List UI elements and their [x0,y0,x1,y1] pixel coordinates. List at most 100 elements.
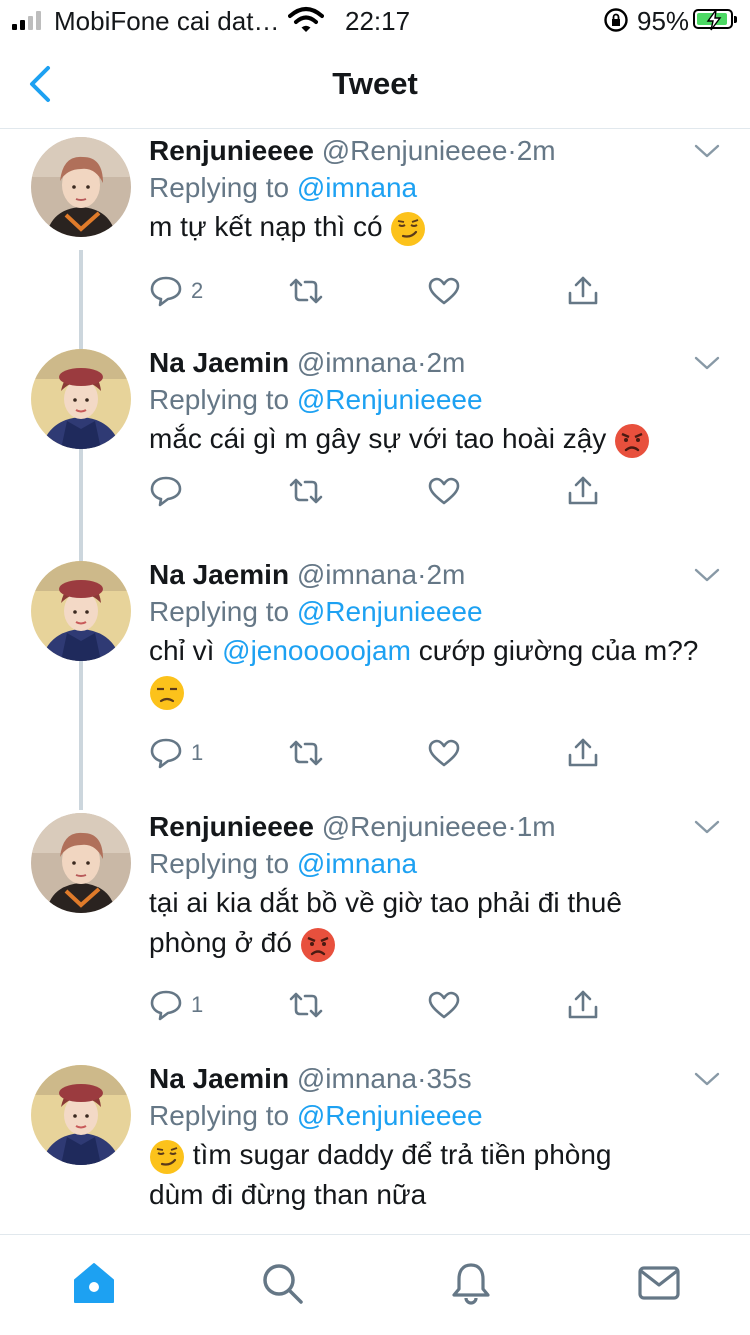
reply-count: 1 [191,740,204,765]
retweet-button[interactable] [287,471,333,511]
retweet-button[interactable] [287,733,333,773]
tweet-text: tìm sugar daddy để trả tiền phòng dùm đi … [149,1135,719,1215]
angry-emoji-icon [300,927,335,962]
reply-count: 1 [191,992,204,1017]
tweet-body: Renjunieeee @Renjunieeee·2m Replying to @… [149,133,719,247]
reply-icon [150,476,182,507]
share-button[interactable] [566,271,600,311]
tweet-header: Na Jaemin @imnana·35s [149,1061,719,1097]
like-icon [428,477,460,505]
reply-to-link[interactable]: @Renjunieeee [297,596,483,627]
replying-to: Replying to @Renjunieeee [149,1100,483,1131]
display-name[interactable]: Renjunieeee [149,811,314,842]
timestamp: 2m [516,135,556,166]
notifications-icon[interactable] [449,1261,493,1305]
share-button[interactable] [566,985,600,1025]
avatar[interactable] [31,137,131,237]
reply-button[interactable]: 2 [149,271,203,311]
display-name[interactable]: Na Jaemin [149,347,289,378]
tweet-actions: 1 [149,733,609,773]
handle[interactable]: @imnana [297,1063,417,1094]
reply-icon [150,990,182,1021]
retweet-icon [289,740,323,766]
share-icon [568,276,598,305]
tweet-text-line: phòng ở đó [149,923,719,963]
tweet-text: m tự kết nạp thì có [149,207,719,247]
tweet-text-line: m tự kết nạp thì có [149,207,719,247]
tweet-text-line: chỉ vì @jenooooojam cướp giường của m?? [149,635,699,666]
retweet-button[interactable] [287,271,333,311]
angry-emoji-icon [615,423,650,458]
reply-button[interactable] [149,471,191,511]
tweet-body: Renjunieeee @Renjunieeee·1m Replying to @… [149,809,719,963]
share-button[interactable] [566,471,600,511]
retweet-button[interactable] [287,985,333,1025]
tweet-text-line: tại ai kia dắt bồ về giờ tao phải đi thu… [149,887,622,918]
orientation-lock-icon [604,8,628,32]
reply-to-link[interactable]: @imnana [297,172,417,203]
share-icon [568,738,598,767]
timestamp: 1m [516,811,556,842]
reply-to-link[interactable]: @Renjunieeee [297,384,483,415]
status-bar: MobiFone cai dat… 22:17 95% [0,0,750,40]
tweet[interactable]: Renjunieeee @Renjunieeee·1m Replying to @… [0,805,750,1057]
tweet[interactable]: Na Jaemin @imnana·35s Replying to @Renjun… [0,1057,750,1234]
handle[interactable]: @imnana [297,559,417,590]
messages-icon[interactable] [637,1261,681,1305]
reply-button[interactable]: 1 [149,733,203,773]
tweet-text-line: mắc cái gì m gây sự với tao hoài zậy [149,419,719,459]
reply-to-link[interactable]: @imnana [297,848,417,879]
tweet-text: tại ai kia dắt bồ về giờ tao phải đi thu… [149,883,719,963]
replying-to: Replying to @Renjunieeee [149,596,483,627]
mention-link[interactable]: @jenooooojam [222,635,411,666]
reply-count: 2 [191,278,204,303]
timestamp: 35s [426,1063,472,1094]
tweet-thread[interactable]: Renjunieeee @Renjunieeee·2m Replying to @… [0,129,750,1234]
like-button[interactable] [427,471,469,511]
like-button[interactable] [427,271,469,311]
like-button[interactable] [427,733,469,773]
avatar[interactable] [31,561,131,661]
tweet-body: Na Jaemin @imnana·35s Replying to @Renjun… [149,1061,719,1215]
handle[interactable]: @imnana [297,347,417,378]
tweet-text-line [149,671,719,711]
tweet-text-line: tìm sugar daddy để trả tiền phòng [149,1135,719,1175]
handle[interactable]: @Renjunieeee [322,135,508,166]
tweet-text: mắc cái gì m gây sự với tao hoài zậy [149,419,719,459]
wifi-icon [288,7,324,32]
display-name[interactable]: Na Jaemin [149,1063,289,1094]
signal-icon [12,10,41,30]
replying-to: Replying to @imnana [149,172,418,203]
timestamp: 2m [426,347,466,378]
unamused-emoji-icon [150,675,184,710]
retweet-icon [289,278,323,304]
smirk-emoji-icon [391,211,426,246]
avatar[interactable] [31,349,131,449]
reply-icon [150,276,182,307]
search-icon[interactable] [260,1261,304,1305]
smirk-emoji-icon [150,1139,184,1174]
home-icon[interactable] [72,1261,116,1305]
tweet-header: Renjunieeee @Renjunieeee·1m [149,809,719,845]
separator: · [507,135,517,166]
separator: · [507,811,517,842]
handle[interactable]: @Renjunieeee [322,811,508,842]
nav-bar: Tweet [0,40,750,129]
avatar[interactable] [31,813,131,913]
share-button[interactable] [566,733,600,773]
like-button[interactable] [427,985,469,1025]
reply-button[interactable]: 1 [149,985,203,1025]
tweet[interactable]: Na Jaemin @imnana·2m Replying to @Renjuni… [0,553,750,805]
carrier-name: MobiFone cai dat… [54,6,280,36]
share-icon [568,990,598,1019]
like-icon [428,277,460,305]
reply-to-link[interactable]: @Renjunieeee [297,1100,483,1131]
like-icon [428,739,460,767]
display-name[interactable]: Renjunieeee [149,135,314,166]
battery-percent: 95% [637,6,690,36]
avatar[interactable] [31,1065,131,1165]
tweet-header: Na Jaemin @imnana·2m [149,345,719,381]
tweet-actions: 2 [149,271,609,311]
display-name[interactable]: Na Jaemin [149,559,289,590]
replying-to: Replying to @imnana [149,848,418,879]
